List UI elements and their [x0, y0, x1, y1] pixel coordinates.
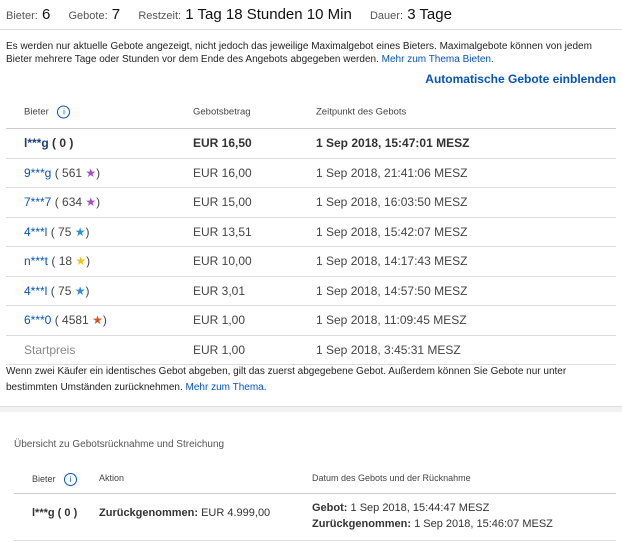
table-row: 9***g ( 561 ★) EUR 16,00 1 Sep 2018, 21:… [6, 159, 616, 188]
table-row: 7***7 ( 634 ★) EUR 15,00 1 Sep 2018, 16:… [6, 188, 616, 218]
feedback-score: ( 4581 [54, 313, 89, 328]
feedback-score: ( 634 [54, 195, 83, 210]
bid-time: 1 Sep 2018, 3:45:31 MESZ [316, 342, 461, 357]
bid-rules-note: Wenn zwei Käufer ein identisches Gebot a… [6, 364, 616, 396]
table-row: 6***0 ( 4581 ★) EUR 1,00 1 Sep 2018, 11:… [6, 306, 616, 336]
info-icon[interactable]: i [57, 105, 71, 119]
bid-amount: EUR 15,00 [193, 195, 252, 210]
bid-time: 1 Sep 2018, 15:42:07 MESZ [316, 224, 468, 239]
bids-value: 7 [111, 6, 121, 23]
bid-date: Gebot: 1 Sep 2018, 15:44:47 MESZ [312, 502, 490, 514]
bid-info-body: Es werden nur aktuelle Gebote angezeigt,… [6, 41, 592, 65]
bidders-value: 6 [41, 6, 51, 23]
header-time: Zeitpunkt des Gebots [316, 106, 407, 118]
bids-label: Gebote: [68, 10, 108, 22]
bid-time: 1 Sep 2018, 15:47:01 MESZ [316, 136, 470, 151]
feedback-star-icon: ★ [74, 224, 86, 239]
bid-amount: EUR 3,01 [193, 283, 246, 298]
bid-time: 1 Sep 2018, 11:09:45 MESZ [316, 313, 467, 328]
info-icon[interactable]: i [64, 473, 78, 486]
feedback-star-icon: ★ [85, 165, 97, 180]
bid-amount: EUR 1,00 [193, 313, 246, 328]
feedback-star-icon: ★ [74, 283, 86, 298]
header-bidder: Bieter i [32, 473, 78, 486]
bidder-link[interactable]: l***g [24, 136, 49, 150]
header-bidder: Bieter i [24, 105, 71, 119]
header-date: Datum des Gebots und der Rücknahme [312, 473, 471, 483]
table-row: l***g ( 0 ) Zurückgenommen: EUR 4.999,00… [14, 494, 616, 541]
table-row: 4***l ( 75 ★) EUR 13,51 1 Sep 2018, 15:4… [6, 218, 616, 247]
show-auto-bids-link[interactable]: Automatische Gebote einblenden [425, 72, 616, 86]
divider [0, 29, 622, 30]
bidder-link[interactable]: 4***l [24, 284, 47, 298]
remaining-label: Restzeit: [138, 10, 182, 22]
more-about-topic-link[interactable]: Mehr zum Thema. [186, 382, 267, 393]
bid-amount: EUR 1,00 [193, 342, 246, 357]
header-action: Aktion [99, 473, 125, 483]
table-row: l***g ( 0 ) EUR 16,50 1 Sep 2018, 15:47:… [6, 129, 616, 159]
feedback-score: ( 0 ) [52, 136, 74, 151]
more-about-bidding-link[interactable]: Mehr zum Thema Bieten. [382, 54, 494, 65]
bid-amount: EUR 16,50 [193, 136, 252, 151]
feedback-score: ( 75 [50, 283, 72, 298]
bid-amount: EUR 16,00 [193, 165, 252, 180]
feedback-score: ( 561 [54, 165, 83, 180]
bidder-link[interactable]: n***t [24, 254, 48, 268]
retraction-date: Zurückgenommen: 1 Sep 2018, 15:46:07 MES… [312, 518, 553, 530]
feedback-star-icon: ★ [85, 195, 97, 210]
bid-info-text: Es werden nur aktuelle Gebote angezeigt,… [6, 40, 616, 66]
bidder-link[interactable]: 9***g [24, 166, 51, 180]
bid-time: 1 Sep 2018, 14:17:43 MESZ [316, 254, 468, 269]
bid-rules-body: Wenn zwei Käufer ein identisches Gebot a… [6, 366, 567, 393]
section-divider [0, 406, 622, 412]
feedback-score: ( 75 [50, 224, 72, 239]
duration-value: 3 Tage [407, 6, 452, 23]
feedback-score: ( 18 [51, 254, 73, 269]
table-header: Bieter i Aktion Datum des Gebots und der… [14, 461, 616, 494]
feedback-star-icon: ★ [92, 313, 103, 328]
bidder-link[interactable]: 7***7 [24, 195, 51, 209]
feedback-star-icon: ★ [75, 254, 87, 269]
bid-time: 1 Sep 2018, 16:03:50 MESZ [316, 195, 468, 210]
duration-label: Dauer: [369, 10, 404, 22]
bid-amount: EUR 13,51 [193, 224, 252, 239]
header-amount: Gebotsbetrag [193, 106, 251, 118]
bid-amount: EUR 10,00 [193, 254, 252, 269]
retraction-action: Zurückgenommen: EUR 4.999,00 [99, 507, 271, 519]
table-row-start-price: Startpreis EUR 1,00 1 Sep 2018, 3:45:31 … [6, 336, 616, 365]
auction-stats: Bieter: 6 Gebote: 7 Restzeit: 1 Tag 18 S… [6, 6, 616, 23]
table-row: 4***l ( 75 ★) EUR 3,01 1 Sep 2018, 14:57… [6, 277, 616, 306]
start-price-label: Startpreis [24, 342, 76, 357]
remaining-value: 1 Tag 18 Stunden 10 Min [185, 6, 352, 23]
table-header: Bieter i Gebotsbetrag Zeitpunkt des Gebo… [6, 96, 616, 129]
retraction-section-title: Übersicht zu Gebotsrücknahme und Streich… [14, 439, 225, 450]
bid-time: 1 Sep 2018, 21:41:06 MESZ [316, 165, 468, 180]
bid-history-table: Bieter i Gebotsbetrag Zeitpunkt des Gebo… [6, 96, 616, 365]
bid-time: 1 Sep 2018, 14:57:50 MESZ [316, 283, 468, 298]
bidder-link[interactable]: 6***0 [24, 313, 51, 327]
bidder-link[interactable]: 4***l [24, 225, 47, 239]
retraction-bidder: l***g ( 0 ) [32, 507, 78, 519]
table-row: n***t ( 18 ★) EUR 10,00 1 Sep 2018, 14:1… [6, 247, 616, 277]
bidders-label: Bieter: [6, 10, 38, 22]
retraction-table: Bieter i Aktion Datum des Gebots und der… [14, 461, 616, 541]
